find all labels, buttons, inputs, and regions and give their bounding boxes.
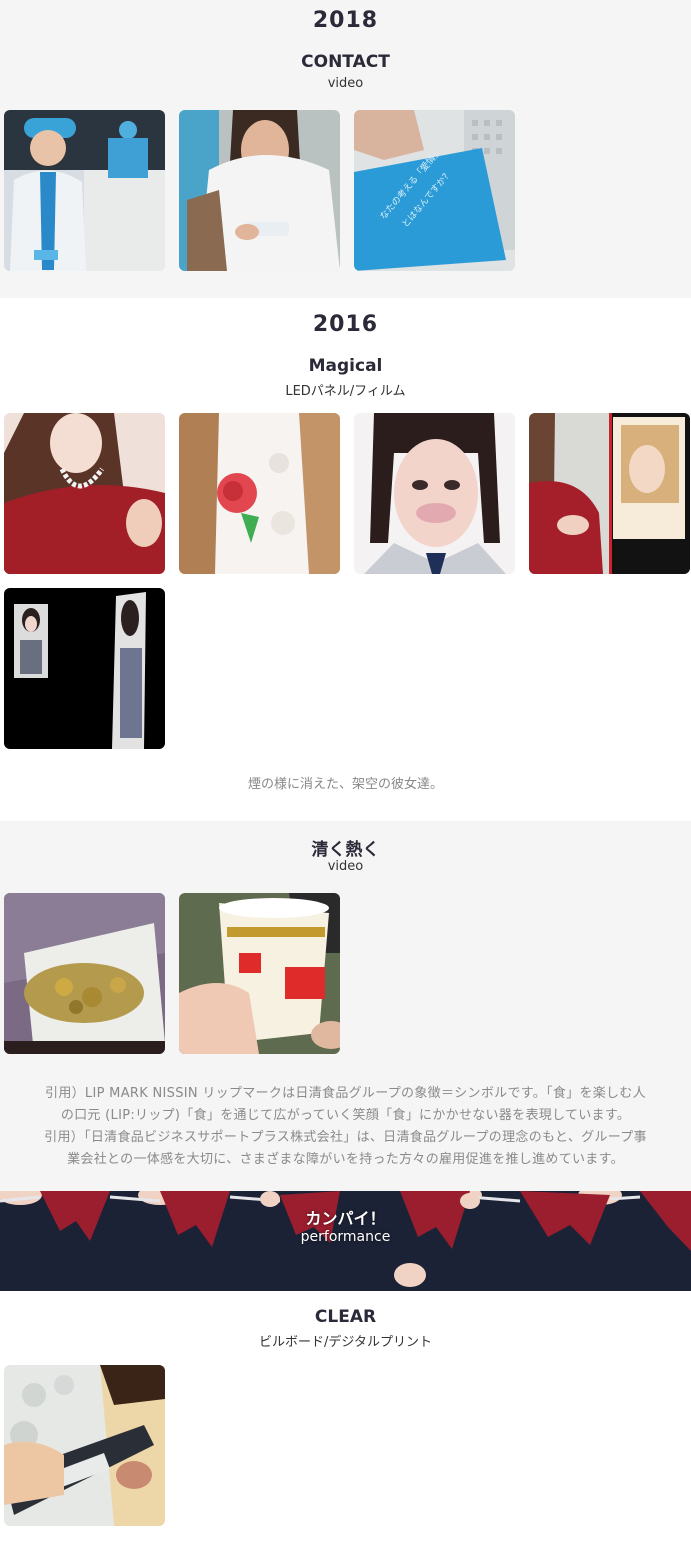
magical-thumb-2[interactable] <box>179 413 340 574</box>
magical-thumb-1[interactable] <box>4 413 165 574</box>
year-heading: 2016 <box>312 312 379 337</box>
work-medium: performance <box>300 1229 391 1245</box>
work-title: Magical <box>308 356 383 376</box>
kiyoku-thumb-2[interactable] <box>179 893 340 1054</box>
contact-thumb-1[interactable] <box>4 110 165 271</box>
clear-thumb-1[interactable] <box>4 1365 165 1526</box>
work-title: CLEAR <box>314 1307 377 1327</box>
work-medium: video <box>327 859 364 874</box>
work-title: 清く熱く <box>311 840 380 860</box>
work-medium: LEDパネル/フィルム <box>285 384 406 399</box>
quote-line: 引用）「日清食品ビジネスサポートプラス株式会社」は、日清食品グループの理念のもと… <box>44 1130 647 1145</box>
work-title: CONTACT <box>301 52 390 72</box>
section-magical: 2016 Magical LEDパネル/フィルム 煙の様に消えた、架空の彼女達。 <box>0 298 691 821</box>
work-medium: ビルボード/デジタルプリント <box>258 1335 433 1350</box>
kiyoku-thumb-1[interactable] <box>4 893 165 1054</box>
quote-line: 引用）LIP MARK NISSIN リップマークは日清食品グループの象徴＝シン… <box>45 1086 646 1101</box>
work-medium: video <box>327 76 364 91</box>
contact-thumb-3[interactable]: なたの考える「愛情」 とはなんですか? <box>354 110 515 271</box>
work-description: 煙の様に消えた、架空の彼女達。 <box>247 777 443 792</box>
banner-caption: カンパイ！ performance <box>0 1205 691 1245</box>
quote-line: の口元 (LIP:リップ)「食」を通じて広がっていく笑顔「食」にかかせない器を表… <box>60 1108 631 1123</box>
year-heading: 2018 <box>312 8 379 33</box>
quote-line: 業会社との一体感を大切に、さまざまな障がいを持った方々の雇用促進を推し進めていま… <box>67 1152 624 1167</box>
kanpai-banner[interactable]: カンパイ！ performance <box>0 1191 691 1291</box>
magical-thumb-4[interactable] <box>529 413 690 574</box>
magical-thumb-5[interactable] <box>4 588 165 749</box>
contact-thumb-2[interactable] <box>179 110 340 271</box>
section-clear: CLEAR ビルボード/デジタルプリント <box>0 1291 691 1547</box>
magical-thumb-3[interactable] <box>354 413 515 574</box>
section-contact: 2018 CONTACT video なたの考える「愛情」 とはなんですか? <box>0 0 691 298</box>
section-kiyoku: 清く熱く video 引用）LIP MARK NISSIN リップマークは日清食… <box>0 821 691 1191</box>
work-title: カンパイ！ <box>305 1209 386 1228</box>
